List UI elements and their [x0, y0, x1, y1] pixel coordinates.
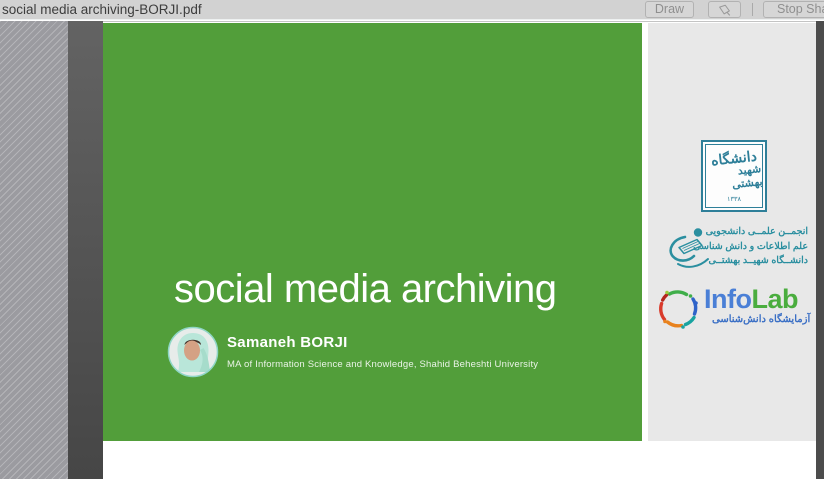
- infolab-subtitle: آزمایشگاه دانش‌شناسی: [712, 314, 810, 325]
- author-avatar: [167, 326, 219, 378]
- pdf-page: social media archiving Samaneh BORJI MA …: [103, 21, 816, 479]
- seal-year: ۱۳۳۸: [727, 195, 741, 203]
- document-filename: social media archiving-BORJI.pdf: [2, 2, 202, 17]
- association-line2: علم اطلاعات و دانش شناسی: [693, 240, 808, 255]
- association-wordmark: انجمــن علمــی دانشجویی علم اطلاعات و دا…: [693, 225, 808, 269]
- vertical-scrollbar[interactable]: [816, 21, 824, 479]
- seal-text-line2: شهید بهشتی: [705, 163, 763, 195]
- toolbar-divider: [752, 3, 753, 16]
- page-edge-shadow-strip: [68, 21, 103, 479]
- association-line1: انجمــن علمــی دانشجویی: [693, 225, 808, 240]
- draw-button[interactable]: Draw: [645, 1, 694, 18]
- association-line3: دانشــگاه شهیــد بهشتــی: [693, 254, 808, 269]
- avatar-photo: [167, 326, 219, 378]
- annotate-pen-button[interactable]: [708, 1, 741, 18]
- infolab-wordmark: InfoLab: [704, 284, 798, 315]
- infolab-ring-icon: [656, 286, 701, 336]
- out-of-page-hatched-area: [0, 21, 68, 479]
- sbu-university-seal: دانشگاه شهید بهشتی ۱۳۳۸: [701, 140, 767, 212]
- sharing-toolbar: social media archiving-BORJI.pdf Draw St…: [0, 0, 824, 20]
- stop-sharing-button[interactable]: Stop Sha: [763, 1, 824, 18]
- slide-green-panel: social media archiving Samaneh BORJI MA …: [103, 23, 642, 441]
- sbu-seal-calligraphy: دانشگاه شهید بهشتی ۱۳۳۸: [705, 144, 763, 208]
- logos-panel: دانشگاه شهید بهشتی ۱۳۳۸ انجمــن علمــی د…: [648, 23, 816, 441]
- author-name: Samaneh BORJI: [227, 334, 348, 351]
- pen-icon: [717, 7, 732, 21]
- slide-title: social media archiving: [174, 267, 557, 312]
- infolab-word-lab: Lab: [751, 284, 798, 314]
- pdf-viewer-canvas: social media archiving Samaneh BORJI MA …: [0, 21, 824, 479]
- author-affiliation: MA of Information Science and Knowledge,…: [227, 359, 538, 370]
- infolab-word-info: Info: [704, 284, 751, 314]
